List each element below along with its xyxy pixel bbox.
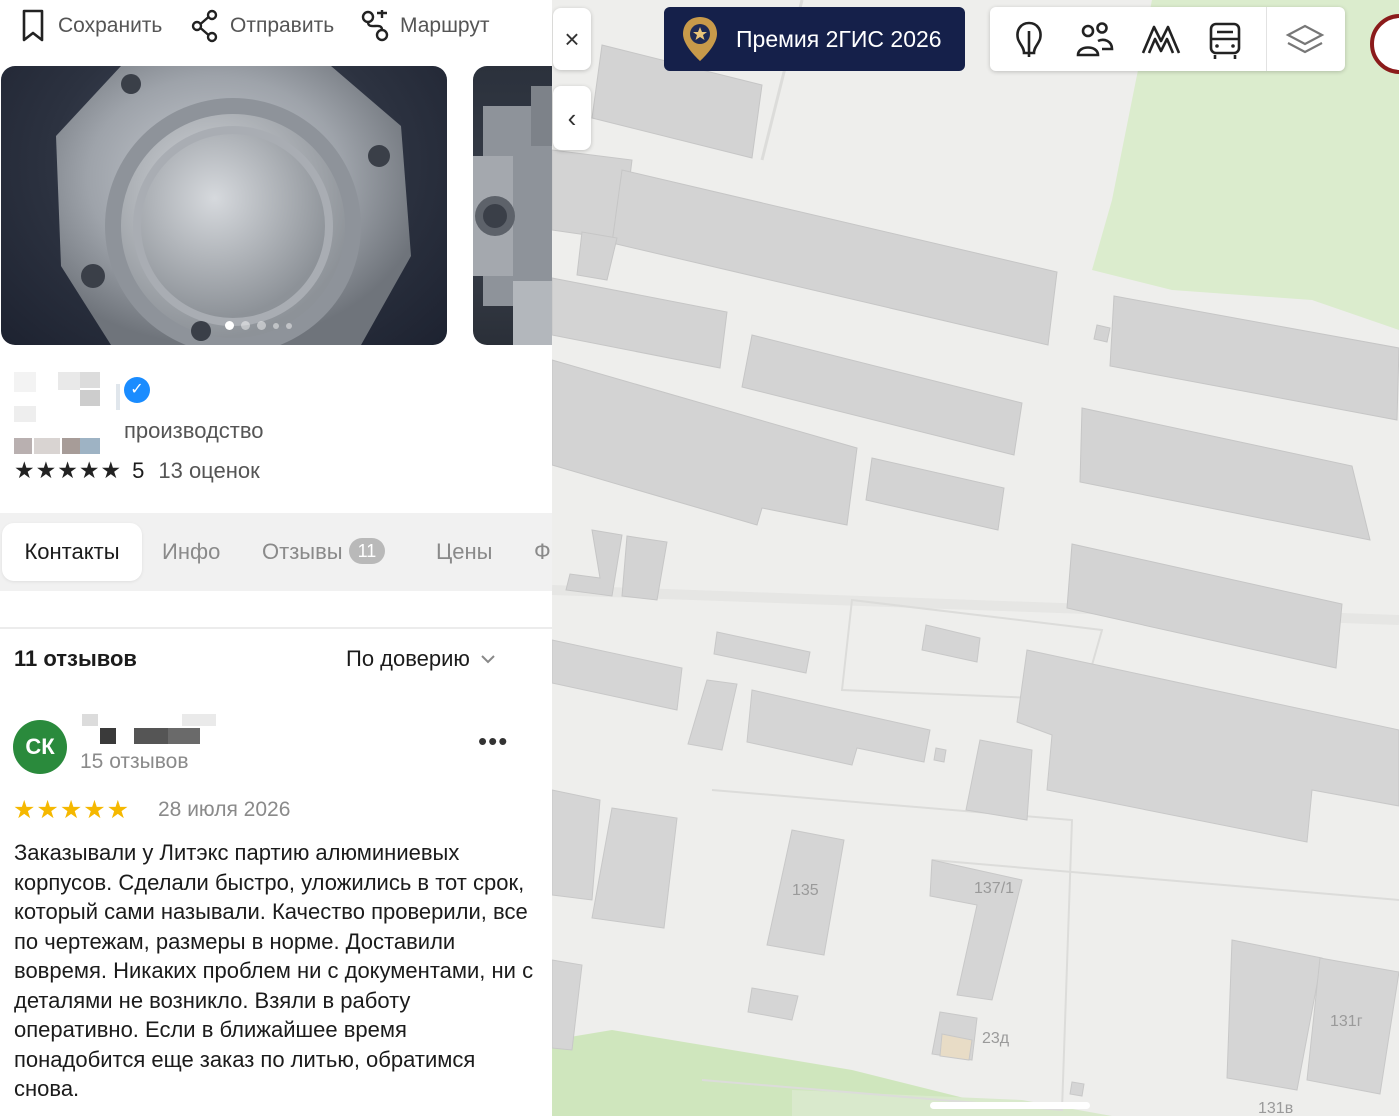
tab-photos[interactable]: Ф — [534, 523, 551, 581]
map-canvas[interactable] — [552, 0, 1399, 1116]
sort-dropdown[interactable]: По доверию — [346, 646, 496, 672]
tab-info[interactable]: Инфо — [162, 523, 220, 581]
flange-image — [56, 66, 411, 345]
sort-label: По доверию — [346, 646, 470, 671]
bookmark-icon — [22, 9, 44, 42]
reviews-header: 11 отзывов — [14, 646, 137, 671]
landmarks-button[interactable] — [1008, 19, 1050, 61]
action-bar: Сохранить Отправить Маршрут — [0, 0, 552, 56]
tab-bar: Контакты Инфо Отзывы 11 Цены Ф — [0, 513, 552, 591]
pagination-dot[interactable] — [286, 322, 292, 329]
review-stars: ★★★★★ — [13, 796, 131, 824]
tab-reviews[interactable]: Отзывы 11 — [262, 523, 386, 581]
house-number: 135 — [792, 882, 819, 899]
rating-summary[interactable]: ★★★★★ 5 13 оценок — [14, 457, 260, 484]
landmarks-icon — [1016, 21, 1042, 57]
promo-banner[interactable]: Премия 2ГИС 2026 — [664, 7, 965, 71]
author-review-count: 15 отзывов — [80, 750, 189, 773]
author-name-blurred[interactable] — [82, 714, 216, 746]
promo-label: Премия 2ГИС 2026 — [736, 25, 942, 52]
pagination-dot[interactable] — [273, 322, 279, 329]
map-view[interactable]: 135 137/1 23д 131г 131в × ‹ Премия 2ГИС … — [552, 0, 1399, 1116]
chevron-left-icon: ‹ — [567, 102, 577, 133]
organization-category: производство — [124, 418, 264, 443]
more-options-button[interactable]: ••• — [478, 726, 508, 757]
transport-button[interactable] — [1204, 19, 1246, 61]
place-card-panel: Сохранить Отправить Маршрут ✓ производст… — [0, 0, 552, 1116]
organization-info: ✓ производство ★★★★★ 5 13 оценок — [0, 360, 552, 500]
people-icon — [1076, 22, 1114, 57]
tab-prices[interactable]: Цены — [436, 523, 492, 581]
people-button[interactable] — [1074, 19, 1116, 61]
photo-pagination — [225, 321, 292, 330]
metro-icon — [1141, 25, 1181, 54]
route-icon — [361, 10, 389, 42]
rating-count[interactable]: 13 оценок — [158, 458, 259, 484]
collapse-panel-button[interactable]: ‹ — [553, 86, 591, 150]
house-number: 131г — [1330, 1013, 1363, 1030]
photo-gallery[interactable] — [0, 66, 552, 346]
rating-stars: ★★★★★ — [14, 457, 123, 483]
chevron-down-icon — [481, 655, 495, 664]
share-button[interactable]: Отправить — [190, 6, 334, 46]
review-date: 28 июля 2026 — [158, 798, 291, 821]
route-button[interactable]: Маршрут — [360, 6, 490, 46]
route-label: Маршрут — [400, 14, 490, 37]
pagination-dot[interactable] — [257, 321, 266, 330]
share-icon — [191, 9, 218, 43]
tab-contacts[interactable]: Контакты — [2, 523, 142, 581]
layers-button[interactable] — [1284, 19, 1326, 61]
divider — [1266, 7, 1267, 71]
layers-icon — [1285, 24, 1325, 54]
review-text: Заказывали у Литэкс партию алюминиевых к… — [14, 840, 534, 1101]
pagination-dot[interactable] — [241, 321, 250, 330]
house-number: 131в — [1258, 1100, 1294, 1116]
home-indicator — [930, 1102, 1090, 1109]
save-button[interactable]: Сохранить — [18, 6, 162, 46]
house-number: 23д — [982, 1030, 1010, 1047]
organization-name-blurred — [14, 372, 120, 454]
transport-icon — [1209, 22, 1241, 59]
photo-aluminum-flange[interactable] — [1, 66, 447, 345]
map-layers-panel — [990, 7, 1345, 71]
save-label: Сохранить — [58, 14, 163, 37]
house-number: 137/1 — [974, 880, 1015, 897]
close-icon: × — [564, 23, 580, 54]
metro-button[interactable] — [1140, 19, 1182, 61]
avatar[interactable]: СК — [13, 720, 67, 774]
close-button[interactable]: × — [553, 8, 591, 70]
rating-value: 5 — [132, 457, 145, 483]
share-label: Отправить — [230, 14, 335, 37]
reviews-count-badge: 11 — [348, 538, 386, 565]
tab-reviews-label: Отзывы — [262, 539, 343, 564]
pagination-dot[interactable] — [225, 321, 234, 330]
photo-next[interactable] — [473, 66, 552, 345]
verified-badge: ✓ — [124, 377, 150, 403]
divider — [0, 627, 552, 629]
part-image — [473, 86, 552, 345]
award-pin-icon — [683, 17, 717, 61]
